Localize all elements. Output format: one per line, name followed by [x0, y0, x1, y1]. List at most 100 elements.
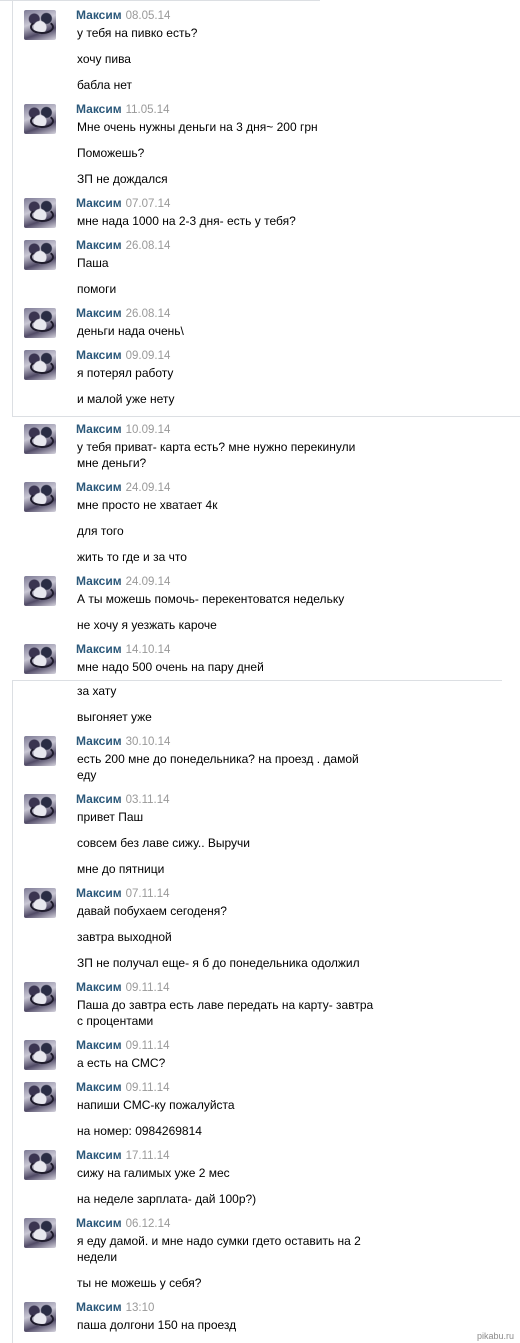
message-group: Максим 08.05.14 у тебя на пивко есть? хоч…: [0, 8, 520, 98]
message-header: Максим 07.07.14: [76, 196, 170, 211]
message-date[interactable]: 09.09.14: [126, 350, 171, 362]
message-group: Максим 24.09.14 А ты можешь помочь- перек…: [0, 574, 520, 636]
message-header: Максим 03.11.14: [76, 792, 170, 807]
author-name[interactable]: Максим: [76, 306, 122, 320]
author-name[interactable]: Максим: [76, 734, 122, 748]
avatar[interactable]: [24, 104, 56, 134]
message-text: мне деньги?: [77, 456, 147, 470]
message-header: Максим 24.09.14: [76, 574, 170, 589]
avatar[interactable]: [24, 644, 56, 674]
message-text: выгоняет уже: [77, 710, 152, 724]
message-date[interactable]: 08.05.14: [126, 10, 171, 22]
avatar[interactable]: [24, 10, 56, 40]
message-date[interactable]: 03.11.14: [126, 794, 170, 806]
message-text: а есть на СМС?: [77, 1056, 166, 1070]
message-text: совсем без лаве сижу.. Выручи: [77, 836, 251, 850]
author-name[interactable]: Максим: [76, 886, 122, 900]
author-name[interactable]: Максим: [76, 1300, 122, 1314]
message-text: с процентами: [77, 1014, 154, 1028]
message-text: мне просто не хватает 4к: [77, 498, 218, 512]
author-name[interactable]: Максим: [76, 574, 122, 588]
message-group: Максим 13:10 паша долгони 150 на проезд: [0, 1300, 520, 1340]
strip-divider: [0, 0, 320, 1]
avatar[interactable]: [24, 350, 56, 380]
message-date[interactable]: 09.11.14: [126, 1082, 170, 1094]
message-text: еду: [77, 768, 97, 782]
message-header: Максим 09.11.14: [76, 980, 170, 995]
author-name[interactable]: Максим: [76, 1148, 122, 1162]
message-header: Максим 14.10.14: [76, 642, 170, 657]
message-group: Максим 09.11.14 Паша до завтра есть лаве …: [0, 980, 520, 1032]
message-text: давай побухаем сегоденя?: [77, 904, 227, 918]
author-name[interactable]: Максим: [76, 480, 122, 494]
author-name[interactable]: Максим: [76, 238, 122, 252]
avatar[interactable]: [24, 1150, 56, 1180]
message-header: Максим 13:10: [76, 1300, 154, 1315]
message-date[interactable]: 09.11.14: [126, 1040, 170, 1052]
avatar[interactable]: [24, 736, 56, 766]
author-name[interactable]: Максим: [76, 102, 122, 116]
message-date[interactable]: 09.11.14: [126, 982, 170, 994]
author-name[interactable]: Максим: [76, 1080, 122, 1094]
message-group: Максим 24.09.14 мне просто не хватает 4к …: [0, 480, 520, 568]
message-text: жить то где и за что: [77, 550, 187, 564]
message-text: есть 200 мне до понедельника? на проезд …: [77, 752, 359, 766]
message-text: Паша до завтра есть лаве передать на кар…: [77, 998, 374, 1012]
avatar[interactable]: [24, 982, 56, 1012]
avatar[interactable]: [24, 794, 56, 824]
message-date[interactable]: 24.09.14: [126, 576, 171, 588]
message-header: Максим 26.08.14: [76, 238, 170, 253]
message-date[interactable]: 26.08.14: [126, 240, 171, 252]
message-text: А ты можешь помочь- перекентоватся недел…: [77, 592, 345, 606]
avatar[interactable]: [24, 198, 56, 228]
message-header: Максим 09.11.14: [76, 1038, 170, 1053]
message-header: Максим 09.11.14: [76, 1080, 170, 1095]
message-date[interactable]: 07.07.14: [126, 198, 171, 210]
message-text: Поможешь?: [77, 146, 145, 160]
message-date[interactable]: 24.09.14: [126, 482, 171, 494]
message-text: мне до пятници: [77, 862, 165, 876]
avatar[interactable]: [24, 482, 56, 512]
author-name[interactable]: Максим: [76, 422, 122, 436]
author-name[interactable]: Максим: [76, 1038, 122, 1052]
author-name[interactable]: Максим: [76, 642, 122, 656]
message-text: сижу на галимых уже 2 мес: [77, 1166, 230, 1180]
message-date[interactable]: 10.09.14: [126, 424, 171, 436]
avatar[interactable]: [24, 1218, 56, 1248]
message-text: Паша: [77, 256, 109, 270]
message-date[interactable]: 30.10.14: [126, 736, 171, 748]
message-date[interactable]: 14.10.14: [126, 644, 171, 656]
message-date[interactable]: 26.08.14: [126, 308, 171, 320]
message-date[interactable]: 06.12.14: [126, 1218, 171, 1230]
message-date[interactable]: 13:10: [126, 1302, 155, 1314]
message-text: бабла нет: [77, 78, 133, 92]
author-name[interactable]: Максим: [76, 196, 122, 210]
message-text: у тебя приват- карта есть? мне нужно пер…: [77, 440, 356, 454]
author-name[interactable]: Максим: [76, 792, 122, 806]
avatar[interactable]: [24, 888, 56, 918]
author-name[interactable]: Максим: [76, 8, 122, 22]
avatar[interactable]: [24, 1082, 56, 1112]
message-group: Максим 17.11.14 сижу на галимых уже 2 мес…: [0, 1148, 520, 1210]
avatar[interactable]: [24, 1040, 56, 1070]
avatar[interactable]: [24, 424, 56, 454]
message-text: я потерял работу: [77, 366, 174, 380]
message-date[interactable]: 17.11.14: [126, 1150, 170, 1162]
message-date[interactable]: 07.11.14: [126, 888, 170, 900]
avatar[interactable]: [24, 576, 56, 606]
message-text: недели: [77, 1250, 118, 1264]
message-text: деньги нада очень\: [77, 324, 184, 338]
author-name[interactable]: Максим: [76, 348, 122, 362]
message-date[interactable]: 11.05.14: [126, 104, 170, 116]
avatar[interactable]: [24, 1302, 56, 1332]
author-name[interactable]: Максим: [76, 980, 122, 994]
message-group: Максим 09.09.14 я потерял работу и малой …: [0, 348, 520, 410]
message-text: за хату: [77, 684, 117, 698]
strip-divider: [12, 416, 520, 417]
avatar[interactable]: [24, 240, 56, 270]
avatar[interactable]: [24, 308, 56, 338]
message-header: Максим 30.10.14: [76, 734, 170, 749]
author-name[interactable]: Максим: [76, 1216, 122, 1230]
message-text: для того: [77, 524, 124, 538]
message-text: и малой уже нету: [77, 392, 175, 406]
